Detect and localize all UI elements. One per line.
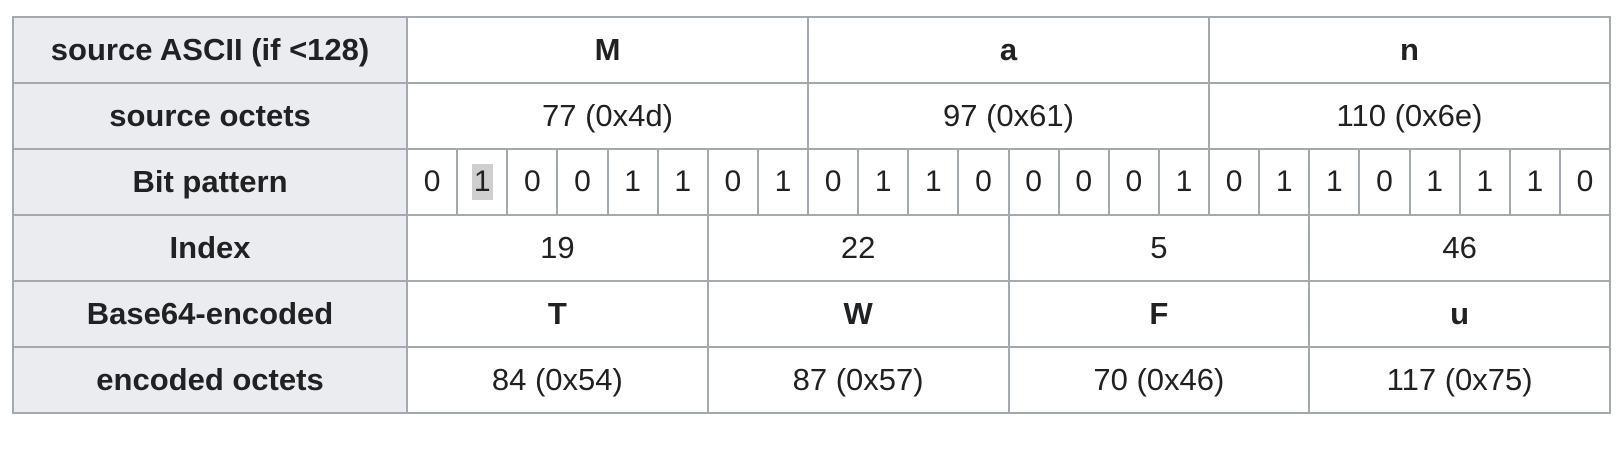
- row-source-ascii: source ASCII (if <128) M a n: [12, 16, 1611, 84]
- bit-cell: 1: [1258, 148, 1311, 216]
- source-octet-cell: 77 (0x4d): [406, 82, 809, 150]
- bit-cell: 1: [907, 148, 960, 216]
- encoded-octet-cell: 87 (0x57): [706, 346, 1010, 414]
- bit-cell: 0: [1057, 148, 1110, 216]
- row-base64-encoded: Base64-encoded T W F u: [12, 280, 1611, 348]
- bit-cell: 1: [857, 148, 910, 216]
- base64-char-cell: F: [1007, 280, 1311, 348]
- bit-cell: 0: [1007, 148, 1060, 216]
- row-header-bit-pattern: Bit pattern: [12, 148, 408, 216]
- encoded-octet-cell: 84 (0x54): [406, 346, 709, 414]
- index-cell: 5: [1007, 214, 1311, 282]
- bit-cell: 0: [556, 148, 609, 216]
- source-octet-cell: 110 (0x6e): [1208, 82, 1611, 150]
- encoded-octet-cell: 117 (0x75): [1308, 346, 1611, 414]
- bit-cell: 0: [1358, 148, 1411, 216]
- bit-cell: 1: [1308, 148, 1361, 216]
- row-index: Index 19 22 5 46: [12, 214, 1611, 282]
- bit-cell: 1: [756, 148, 810, 216]
- bit-cell: 1: [1508, 148, 1561, 216]
- source-char-cell: M: [406, 16, 809, 84]
- row-header-source-ascii: source ASCII (if <128): [12, 16, 408, 84]
- bit-cell: 0: [806, 148, 860, 216]
- bit-cell: 0: [1558, 148, 1612, 216]
- bit-cell: 0: [1207, 148, 1261, 216]
- base64-char-cell: u: [1308, 280, 1611, 348]
- index-cell: 22: [706, 214, 1010, 282]
- bit-cell: 1: [656, 148, 709, 216]
- bit-cell: 0: [957, 148, 1010, 216]
- base64-char-cell: T: [406, 280, 709, 348]
- source-char-cell: n: [1208, 16, 1611, 84]
- bit-cell: 0: [1107, 148, 1160, 216]
- bit-cell: 0: [506, 148, 559, 216]
- bit-highlight: 1: [471, 164, 493, 200]
- row-header-base64-encoded: Base64-encoded: [12, 280, 408, 348]
- base64-char-cell: W: [706, 280, 1010, 348]
- row-bit-pattern: Bit pattern 0 1 0 0 1 1 0 1 0 1 1 0 0 0 …: [12, 148, 1612, 216]
- bit-cell: 1: [1458, 148, 1511, 216]
- row-header-encoded-octets: encoded octets: [12, 346, 408, 414]
- base64-example-table: source ASCII (if <128) M a n source octe…: [12, 16, 1612, 414]
- row-source-octets: source octets 77 (0x4d) 97 (0x61) 110 (0…: [12, 82, 1611, 150]
- source-char-cell: a: [807, 16, 1210, 84]
- row-encoded-octets: encoded octets 84 (0x54) 87 (0x57) 70 (0…: [12, 346, 1611, 414]
- bit-cell: 1: [1408, 148, 1461, 216]
- source-octet-cell: 97 (0x61): [807, 82, 1210, 150]
- row-header-source-octets: source octets: [12, 82, 408, 150]
- bit-cell: 1: [1157, 148, 1211, 216]
- index-cell: 19: [406, 214, 709, 282]
- row-header-index: Index: [12, 214, 408, 282]
- bit-cell: 1: [606, 148, 659, 216]
- bit-cell: 0: [706, 148, 759, 216]
- bit-cell: 0: [405, 148, 459, 216]
- encoded-octet-cell: 70 (0x46): [1007, 346, 1311, 414]
- index-cell: 46: [1308, 214, 1611, 282]
- bit-cell-highlighted: 1: [456, 148, 509, 216]
